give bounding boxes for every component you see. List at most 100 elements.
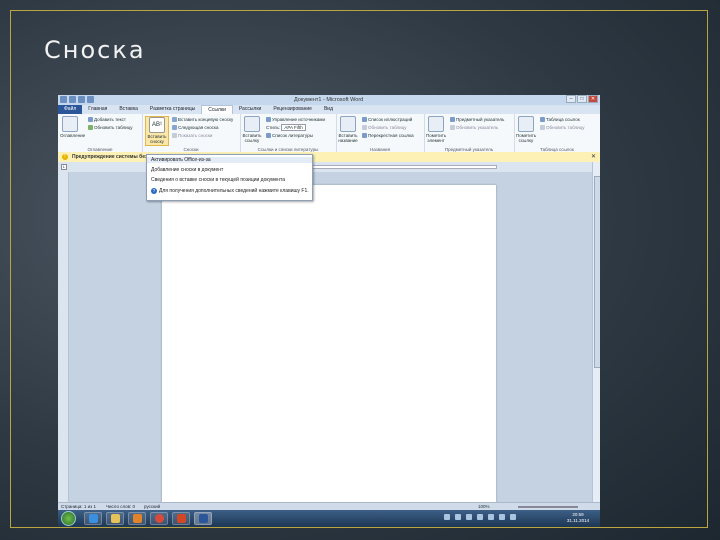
system-tray xyxy=(444,514,516,520)
windows-taskbar: 20:59 31.11.2014 xyxy=(58,510,600,527)
add-text-icon xyxy=(88,117,93,123)
show-notes-button[interactable]: Показать сноски xyxy=(172,133,212,139)
insert-caption-button[interactable]: Вставить название xyxy=(338,116,358,143)
zoom-level[interactable]: 100% xyxy=(478,504,490,509)
chrome-icon xyxy=(154,514,164,523)
authorities-icon xyxy=(540,117,545,123)
start-button[interactable] xyxy=(61,511,76,526)
tab-home[interactable]: Главная xyxy=(82,105,113,114)
next-footnote-icon xyxy=(172,125,177,131)
close-button[interactable]: ✕ xyxy=(588,95,598,103)
ie-icon xyxy=(88,514,98,523)
style-select[interactable]: Стиль: APA Fifth xyxy=(266,124,306,131)
mark-entry-button[interactable]: Пометить элемент xyxy=(426,116,446,143)
word-icon xyxy=(198,514,208,523)
tab-review[interactable]: Рецензирование xyxy=(267,105,318,114)
word-window-screenshot: Документ1 - Microsoft Word – □ ✕ Файл Гл… xyxy=(58,95,600,527)
title-bar: Документ1 - Microsoft Word – □ ✕ xyxy=(58,95,600,105)
document-page[interactable] xyxy=(162,185,496,503)
cross-reference-button[interactable]: Перекрестная ссылка xyxy=(362,133,414,139)
save-icon[interactable] xyxy=(69,96,76,103)
caption-icon xyxy=(340,116,356,132)
tray-icon[interactable] xyxy=(488,514,494,520)
taskbar-word[interactable] xyxy=(194,512,212,525)
powerpoint-icon xyxy=(176,514,186,523)
word-count[interactable]: Число слов: 0 xyxy=(106,504,135,509)
update-toc-button[interactable]: Обновить таблицу xyxy=(88,125,132,131)
ribbon-tabs: Файл Главная Вставка Разметка страницы С… xyxy=(58,105,600,115)
minimize-button[interactable]: – xyxy=(566,95,576,103)
taskbar-ie[interactable] xyxy=(84,512,102,525)
manage-sources-icon xyxy=(266,117,271,123)
mark-entry-icon xyxy=(428,116,444,132)
table-of-figures-button[interactable]: Список иллюстраций xyxy=(362,117,412,123)
page-count[interactable]: Страница: 1 из 1 xyxy=(61,504,96,509)
tab-mailings[interactable]: Рассылки xyxy=(233,105,267,114)
vertical-scrollbar[interactable] xyxy=(592,162,600,502)
tab-page-layout[interactable]: Разметка страницы xyxy=(144,105,201,114)
taskbar-powerpoint[interactable] xyxy=(172,512,190,525)
media-player-icon xyxy=(132,514,142,523)
insert-endnote-button[interactable]: Вставить концевую сноску xyxy=(172,117,233,123)
show-notes-icon xyxy=(172,133,177,139)
tab-insert[interactable]: Вставка xyxy=(113,105,144,114)
horizontal-ruler[interactable]: L xyxy=(58,162,600,172)
update-authorities-button[interactable]: Обновить таблицу xyxy=(540,125,584,131)
tray-icon[interactable] xyxy=(455,514,461,520)
quick-access-toolbar xyxy=(60,96,94,103)
group-footnotes: AB¹ Вставить сноску Вставить концевую сн… xyxy=(142,114,241,152)
network-icon[interactable] xyxy=(499,514,505,520)
index-icon xyxy=(450,117,455,123)
taskbar-media[interactable] xyxy=(128,512,146,525)
document-workspace xyxy=(58,172,592,503)
bibliography-button[interactable]: Список литературы xyxy=(266,133,313,139)
next-footnote-button[interactable]: Следующая сноска xyxy=(172,125,218,131)
toc-button[interactable]: Оглавление xyxy=(60,116,85,138)
insert-authorities-button[interactable]: Таблица ссылок xyxy=(540,117,580,123)
insert-citation-button[interactable]: Вставить ссылку xyxy=(242,116,262,143)
insert-index-button[interactable]: Предметный указатель xyxy=(450,117,504,123)
refresh-icon xyxy=(88,125,93,131)
tab-file[interactable]: Файл xyxy=(58,105,83,114)
word-app-icon[interactable] xyxy=(60,96,67,103)
tray-icon[interactable] xyxy=(477,514,483,520)
language-indicator[interactable]: русский xyxy=(144,504,160,509)
scrollbar-thumb[interactable] xyxy=(594,176,600,368)
undo-icon[interactable] xyxy=(78,96,85,103)
citation-icon xyxy=(244,116,260,132)
update-index-button[interactable]: Обновить указатель xyxy=(450,125,498,131)
zoom-slider[interactable] xyxy=(518,506,578,508)
bibliography-icon xyxy=(266,133,271,139)
taskbar-explorer[interactable] xyxy=(106,512,124,525)
vertical-ruler xyxy=(58,172,69,502)
mark-citation-button[interactable]: Пометить ссылку xyxy=(516,116,536,143)
clock[interactable]: 20:59 31.11.2014 xyxy=(558,512,598,524)
tooltip-description: Сведения о вставке сноски в текущей пози… xyxy=(151,177,286,183)
tooltip-line: Добавление сноски в документ xyxy=(151,167,224,173)
insert-footnote-button[interactable]: AB¹ Вставить сноску xyxy=(145,116,169,146)
ribbon: Оглавление Добавить текст Обновить табли… xyxy=(58,114,600,153)
refresh-icon xyxy=(362,125,367,131)
tab-view[interactable]: Вид xyxy=(318,105,339,114)
window-controls: – □ ✕ xyxy=(566,95,598,103)
tray-icon[interactable] xyxy=(444,514,450,520)
group-authorities: Пометить ссылку Таблица ссылок Обновить … xyxy=(514,114,600,152)
redo-icon[interactable] xyxy=(87,96,94,103)
tooltip-help: ? Для получения дополнительных сведений н… xyxy=(151,188,309,194)
update-figures-button[interactable]: Обновить таблицу xyxy=(362,125,406,131)
refresh-icon xyxy=(540,125,545,131)
manage-sources-button[interactable]: Управление источниками xyxy=(266,117,325,123)
endnote-icon xyxy=(172,117,177,123)
taskbar-chrome[interactable] xyxy=(150,512,168,525)
volume-icon[interactable] xyxy=(510,514,516,520)
tab-selector[interactable]: L xyxy=(61,164,67,170)
add-text-button[interactable]: Добавить текст xyxy=(88,117,126,123)
group-citations: Вставить ссылку Управление источниками С… xyxy=(240,114,337,152)
maximize-button[interactable]: □ xyxy=(577,95,587,103)
figures-icon xyxy=(362,117,367,123)
tray-icon[interactable] xyxy=(466,514,472,520)
group-index: Пометить элемент Предметный указатель Об… xyxy=(424,114,515,152)
message-close-icon[interactable]: ✕ xyxy=(591,153,596,160)
folder-icon xyxy=(110,514,120,523)
group-captions: Вставить название Список иллюстраций Обн… xyxy=(336,114,425,152)
